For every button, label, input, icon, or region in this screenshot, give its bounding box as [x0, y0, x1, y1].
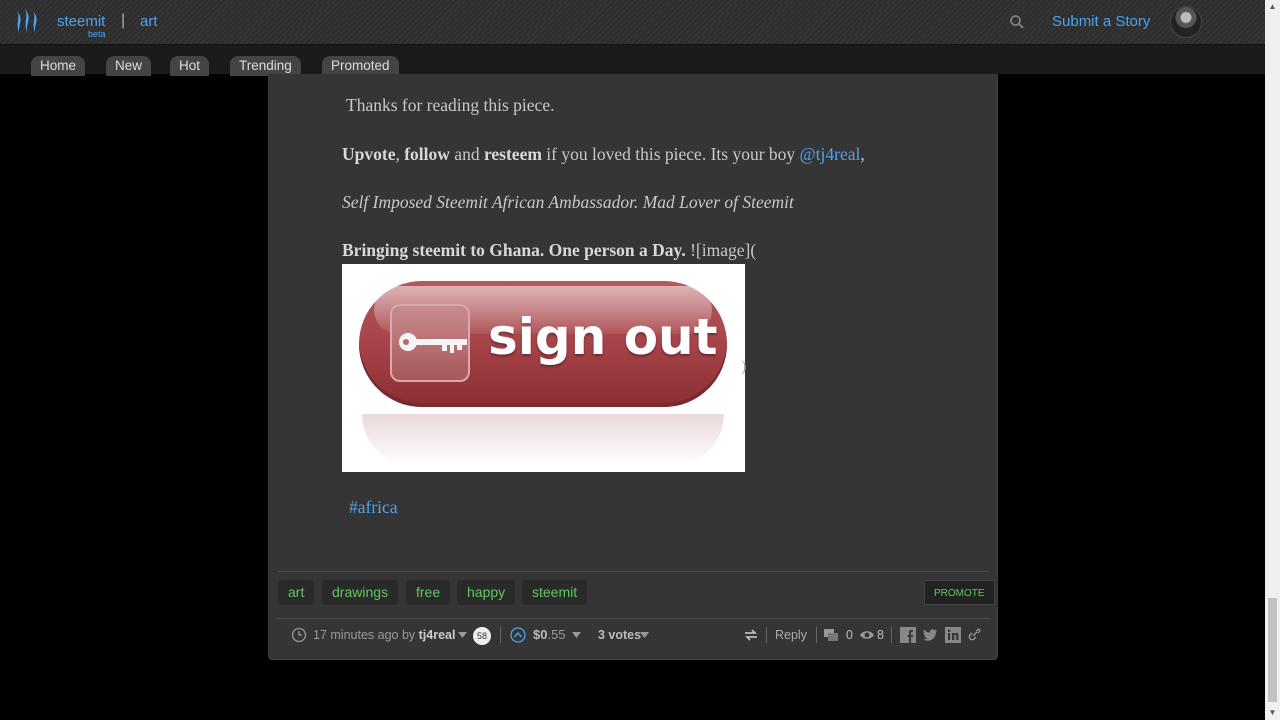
payout-dropdown-icon[interactable] [572, 631, 581, 639]
tags-divider [277, 571, 989, 572]
follow-text: follow [404, 144, 450, 164]
sign-out-image: sign out [342, 264, 745, 472]
scroll-down-icon[interactable]: ▼ [1268, 708, 1277, 717]
section-name[interactable]: art [140, 13, 158, 30]
author-mention-link[interactable]: @tj4real [800, 144, 861, 164]
footer-separator-4 [891, 627, 892, 643]
tag-steemit[interactable]: steemit [522, 580, 588, 605]
user-avatar[interactable] [1170, 6, 1202, 38]
votes-dropdown-icon[interactable] [640, 631, 649, 639]
tag-happy[interactable]: happy [457, 580, 516, 605]
post-line-ambassador: Self Imposed Steemit African Ambassador.… [342, 192, 794, 212]
app: steemit beta | art Submit a Story Home N… [0, 0, 1280, 720]
votes-count[interactable]: 3 votes [598, 627, 641, 643]
brand-beta: beta [88, 29, 106, 39]
resteem-text: resteem [483, 144, 542, 164]
bringing-text: Bringing steemit to Ghana. One person a … [342, 240, 686, 260]
tab-trending[interactable]: Trending [230, 56, 301, 76]
loved-text: if you loved this piece. Its your boy [541, 144, 800, 164]
top-header: steemit beta | art Submit a Story [0, 0, 1265, 44]
comma-text: , [395, 144, 405, 164]
post-card: Thanks for reading this piece. Upvote, f… [268, 74, 998, 660]
post-line-upvote: Upvote, follow and resteem if you loved … [342, 144, 865, 165]
brand-name[interactable]: steemit [57, 13, 105, 30]
post-line-thanks: Thanks for reading this piece. [346, 95, 555, 115]
image-markdown-text: ![image]( [685, 240, 757, 260]
author-dropdown-icon[interactable] [458, 631, 467, 639]
key-icon [399, 333, 467, 353]
tag-art[interactable]: art [278, 580, 315, 605]
header-separator: | [121, 12, 126, 29]
author-link[interactable]: tj4real [419, 628, 456, 642]
footer-divider [277, 618, 989, 619]
tab-new[interactable]: New [106, 56, 152, 76]
post-time: 17 minutes ago by [313, 628, 419, 642]
post-meta: 17 minutes ago by tj4real [313, 627, 455, 643]
comments-count: 0 [846, 628, 853, 642]
tag-free[interactable]: free [406, 580, 451, 605]
comments-icon[interactable] [823, 627, 839, 643]
closing-paren: ) [741, 358, 747, 375]
tag-drawings[interactable]: drawings [322, 580, 399, 605]
scrollbar-thumb[interactable] [1268, 598, 1277, 702]
payout-cents: .55 [547, 627, 566, 642]
clock-icon [291, 627, 307, 643]
reply-link[interactable]: Reply [775, 627, 807, 643]
reputation-badge: 58 [473, 627, 491, 645]
scroll-up-icon[interactable]: ▲ [1268, 2, 1277, 11]
sign-out-image-text: sign out [488, 308, 718, 366]
search-icon[interactable] [1009, 14, 1025, 30]
facebook-icon[interactable] [900, 627, 916, 643]
link-icon[interactable] [966, 627, 982, 643]
resteem-icon[interactable] [743, 627, 759, 643]
promote-button[interactable]: PROMOTE [924, 580, 995, 605]
tab-hot[interactable]: Hot [170, 56, 210, 76]
views-count: 8 [877, 628, 884, 642]
twitter-icon[interactable] [922, 627, 938, 643]
and-text: and [449, 144, 484, 164]
upvote-text: Upvote [342, 144, 396, 164]
views-icon [860, 631, 874, 639]
trailing-comma: , [860, 144, 865, 164]
footer-separator-2 [766, 627, 767, 643]
nav-bar: Home New Hot Trending Promoted [0, 44, 1265, 76]
submit-story-link[interactable]: Submit a Story [1052, 13, 1150, 30]
tab-promoted[interactable]: Promoted [322, 56, 399, 76]
steemit-logo-icon[interactable] [12, 6, 42, 38]
button-reflection [362, 414, 724, 466]
post-line-bringing: Bringing steemit to Ghana. One person a … [342, 240, 756, 261]
footer-separator [500, 627, 501, 643]
hashtag-link[interactable]: #africa [349, 497, 398, 518]
payout-value[interactable]: $0.55 [533, 627, 566, 642]
page-scrollbar[interactable]: ▲ ▼ [1265, 0, 1280, 720]
tab-home[interactable]: Home [31, 56, 86, 76]
linkedin-icon[interactable] [945, 627, 961, 643]
upvote-icon[interactable] [510, 627, 526, 643]
footer-separator-3 [816, 627, 817, 643]
